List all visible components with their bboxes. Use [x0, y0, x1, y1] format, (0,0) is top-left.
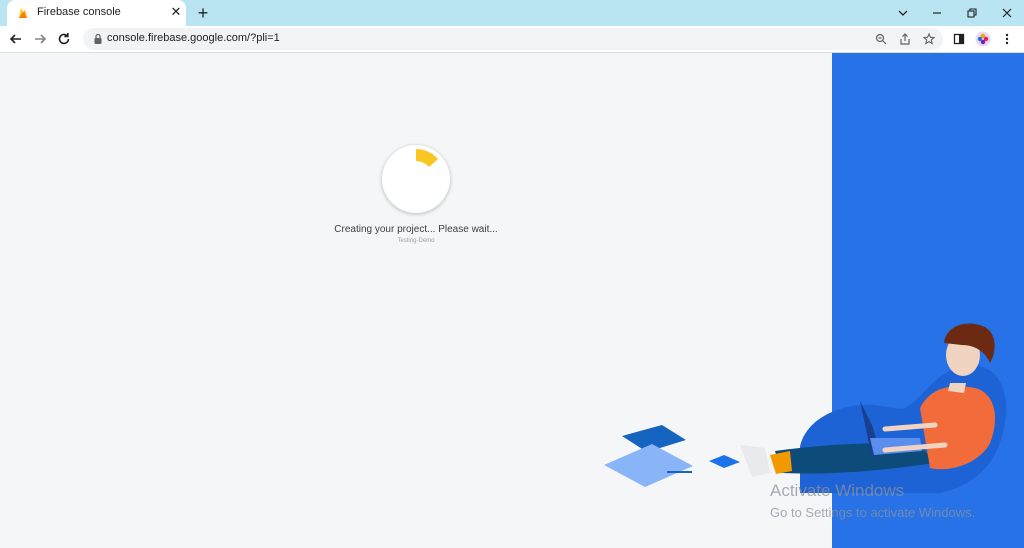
side-panel-button[interactable]: [951, 31, 967, 47]
activate-windows-title: Activate Windows: [770, 481, 905, 500]
firebase-favicon-icon: [19, 8, 27, 18]
profile-button[interactable]: [975, 31, 991, 47]
address-bar[interactable]: console.firebase.google.com/?pli=1: [83, 28, 943, 50]
tab-strip: Firebase console ✕ +: [0, 0, 1024, 26]
avatar: [975, 31, 991, 47]
tab-firebase-console[interactable]: Firebase console ✕: [7, 0, 186, 26]
share-icon: [900, 33, 910, 45]
minimize-button[interactable]: [920, 0, 954, 26]
back-button[interactable]: [6, 29, 26, 49]
chevron-down-icon: [898, 10, 908, 16]
tab-search-button[interactable]: [886, 0, 920, 26]
tab-title: Firebase console: [37, 6, 121, 18]
bookmark-button[interactable]: [921, 31, 937, 47]
person-with-laptop-illustration: [740, 323, 1007, 493]
close-icon: [1002, 8, 1012, 18]
side-panel-icon: [953, 33, 965, 45]
minimize-icon: [933, 12, 941, 14]
lock-icon[interactable]: [92, 33, 104, 45]
restore-button[interactable]: [955, 0, 989, 26]
illustration: [604, 323, 1007, 493]
restore-icon: [967, 8, 977, 18]
reload-button[interactable]: [54, 29, 74, 49]
forward-button[interactable]: [30, 29, 50, 49]
page-content: Creating your project... Please wait... …: [0, 53, 1024, 548]
star-icon: [923, 33, 935, 45]
zoom-button[interactable]: [873, 31, 889, 47]
activate-windows-subtitle: Go to Settings to activate Windows.: [770, 505, 976, 520]
share-button[interactable]: [897, 31, 913, 47]
url-text[interactable]: console.firebase.google.com/?pli=1: [107, 32, 280, 44]
paper-stack-illustration: [604, 425, 740, 487]
arrow-right-icon: [35, 34, 47, 44]
more-vertical-icon: [1005, 33, 1009, 45]
new-tab-button[interactable]: +: [193, 3, 213, 23]
browser-toolbar: console.firebase.google.com/?pli=1: [0, 26, 1024, 53]
tab-close-icon[interactable]: ✕: [167, 3, 185, 21]
close-window-button[interactable]: [990, 0, 1024, 26]
menu-button[interactable]: [999, 31, 1015, 47]
arrow-left-icon: [9, 34, 21, 44]
reload-icon: [58, 33, 70, 45]
zoom-icon: [875, 33, 887, 45]
